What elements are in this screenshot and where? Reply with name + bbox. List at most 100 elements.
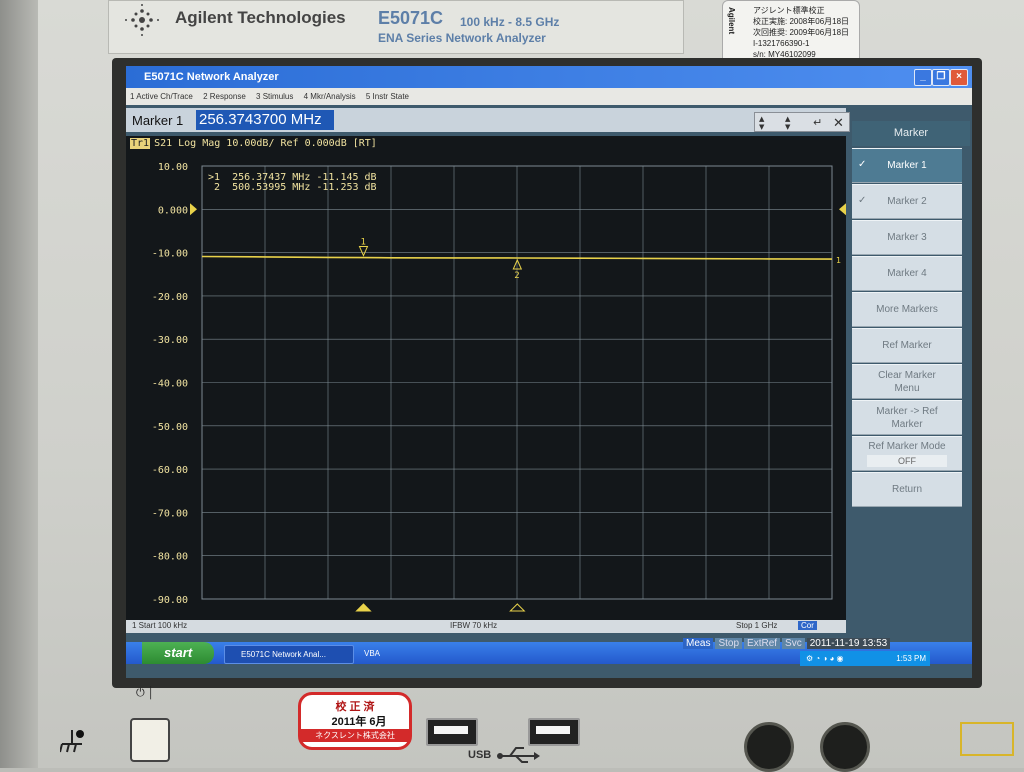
calibration-sticker-line: 校正実施: 2008年06月18日 <box>753 17 850 26</box>
y-tick-label: -30.00 <box>152 335 188 346</box>
calibration-stamp-company: ネクスレント株式会社 <box>301 729 409 742</box>
warning-label-box <box>960 722 1014 756</box>
menu-item-mkr-analysis[interactable]: 4 Mkr/Analysis <box>304 92 356 101</box>
audio-jack[interactable] <box>744 722 794 772</box>
softkey-ref-marker-mode[interactable]: Ref Marker Mode OFF <box>852 436 962 471</box>
y-tick-label: -90.00 <box>152 595 188 606</box>
check-icon: ✓ <box>858 159 867 170</box>
calibration-stamp: 校 正 済 2011年 6月 ネクスレント株式会社 <box>298 692 412 750</box>
status-extref: ExtRef <box>744 638 781 649</box>
taskbar-item-network-analyzer[interactable]: E5071C Network Anal... <box>224 645 354 664</box>
softkey-menu-title: Marker <box>852 121 970 146</box>
y-tick-label: -80.00 <box>152 552 188 563</box>
trace-end-label: 1 <box>836 256 841 265</box>
entry-bar: Marker 1 256.3743700 MHz <box>126 108 846 132</box>
usb-label: USB <box>468 749 492 761</box>
window-title: E5071C Network Analyzer <box>144 71 279 83</box>
usb-port[interactable] <box>528 718 580 746</box>
menu-item-response[interactable]: 2 Response <box>203 92 246 101</box>
y-tick-label: -60.00 <box>152 465 188 476</box>
y-tick-label: -20.00 <box>152 292 188 303</box>
marker-label: 2 <box>514 271 519 281</box>
status-svc: Svc <box>782 638 805 649</box>
ref-marker-mode-value: OFF <box>867 455 947 467</box>
softkey-label: Marker 2 <box>887 196 927 207</box>
softkey-label: Ref Marker Mode <box>868 441 946 452</box>
softkey-marker-3[interactable]: Marker 3 <box>852 220 962 255</box>
softkey-label: Marker 1 <box>887 160 927 171</box>
usb-port[interactable] <box>426 718 478 746</box>
calibration-sticker-line: アジレント標準校正 <box>753 6 825 15</box>
ref-level-left-icon <box>190 203 197 216</box>
window-titlebar: E5071C Network Analyzer _ ❐ × <box>126 66 972 88</box>
start-frequency: 1 Start 100 kHz <box>132 621 188 630</box>
brand-name: Agilent Technologies <box>175 8 346 27</box>
usb-symbol-icon <box>497 747 540 763</box>
check-icon: ✓ <box>858 195 867 206</box>
ifbw-value: IFBW 70 kHz <box>450 621 498 630</box>
channel-status-bar: 1 Start 100 kHz IFBW 70 kHz Stop 1 GHz C… <box>126 620 846 633</box>
series-name: ENA Series Network Analyzer <box>378 31 546 45</box>
status-meas: Meas <box>683 638 714 649</box>
step-down-icon[interactable]: ▼ <box>759 123 765 131</box>
restore-button[interactable]: ❐ <box>932 69 950 86</box>
menu-item-stimulus[interactable]: 3 Stimulus <box>256 92 293 101</box>
ground-terminal-icon <box>60 730 84 753</box>
step-up-icon[interactable]: ▲ <box>785 115 791 123</box>
step-down-icon[interactable]: ▼ <box>785 123 791 131</box>
enter-icon[interactable]: ↵ <box>813 116 822 129</box>
start-button[interactable]: start <box>142 642 214 664</box>
marker-frequency-input[interactable]: 256.3743700 MHz <box>196 110 334 130</box>
entry-label: Marker 1 <box>132 113 184 128</box>
softkey-more-markers[interactable]: More Markers <box>852 292 962 327</box>
softkey-label: Marker 3 <box>887 232 927 243</box>
trace-tag[interactable]: Tr1 <box>130 138 151 149</box>
calibration-stamp-title: 校 正 済 <box>335 701 375 713</box>
y-tick-label: 0.000 <box>158 205 188 216</box>
softkey-marker-4[interactable]: Marker 4 <box>852 256 962 291</box>
calibration-sticker-line: I-1321766390-1 <box>753 39 810 48</box>
entry-stepper-controls[interactable]: ▲ ▼ ▲ ▼ ↵ ✕ <box>754 112 850 132</box>
model-number: E5071C <box>378 8 444 28</box>
marker-position-indicator-icon <box>509 603 526 612</box>
close-entry-icon[interactable]: ✕ <box>833 116 844 131</box>
instrument-status-strip: Meas Stop ExtRef Svc 2011-11-19 13:53 <box>681 638 891 650</box>
y-tick-label: -70.00 <box>152 508 188 519</box>
marker-label: 1 <box>360 238 365 248</box>
marker-1-icon <box>358 246 369 257</box>
softkey-label: Clear Marker Menu <box>878 369 936 394</box>
softkey-label: Return <box>891 484 922 495</box>
calibration-sticker-brand: Agilent <box>727 7 736 35</box>
audio-jack[interactable] <box>820 722 870 772</box>
tray-icons[interactable]: ⚙ ◔ ◑ ◕ ◉ <box>800 651 844 666</box>
menu-bar: 1 Active Ch/Trace 2 Response 3 Stimulus … <box>126 88 972 105</box>
calibration-sticker-line: 次回推奨: 2009年06月18日 <box>753 28 850 37</box>
standby-symbol-icon: ⏻ │ <box>136 687 155 699</box>
softkey-label: Marker -> Ref Marker <box>876 405 938 430</box>
calibration-stamp-date: 2011年 6月 <box>331 716 387 728</box>
frequency-range: 100 kHz - 8.5 GHz <box>460 15 560 29</box>
softkey-return[interactable]: Return <box>852 472 962 507</box>
trace-header-text: S21 Log Mag 10.00dB/ Ref 0.000dB [RT] <box>154 138 377 149</box>
calibration-sticker: Agilent アジレント標準校正 校正実施: 2008年06月18日 次回推奨… <box>722 0 860 64</box>
softkey-clear-marker-menu[interactable]: Clear Marker Menu <box>852 364 962 399</box>
y-tick-label: -50.00 <box>152 422 188 433</box>
minimize-button[interactable]: _ <box>914 69 932 86</box>
status-stop: Stop <box>715 638 743 649</box>
taskbar-item-vba[interactable]: VBA <box>348 645 424 662</box>
system-tray: ⚙ ◔ ◑ ◕ ◉ 1:53 PM <box>800 651 930 666</box>
ref-level-right-icon <box>839 203 846 216</box>
softkey-marker-to-ref-marker[interactable]: Marker -> Ref Marker <box>852 400 962 435</box>
menu-item-instr-state[interactable]: 5 Instr State <box>366 92 409 101</box>
softkey-marker-2[interactable]: ✓ Marker 2 <box>852 184 962 219</box>
trace-header: Tr1 S21 Log Mag 10.00dB/ Ref 0.000dB [RT] <box>130 138 377 149</box>
close-button[interactable]: × <box>950 69 968 86</box>
menu-item-active-ch-trace[interactable]: 1 Active Ch/Trace <box>130 92 193 101</box>
s21-trace-plot: 10.00 0.000 -10.00 -20.00 -30.00 -40.00 -50.00… <box>152 162 846 612</box>
correction-badge: Cor <box>798 621 817 630</box>
tray-clock: 1:53 PM <box>896 654 926 663</box>
step-up-icon[interactable]: ▲ <box>759 115 765 123</box>
power-button[interactable] <box>130 718 170 762</box>
softkey-ref-marker[interactable]: Ref Marker <box>852 328 962 363</box>
softkey-marker-1[interactable]: ✓ Marker 1 <box>852 148 962 183</box>
